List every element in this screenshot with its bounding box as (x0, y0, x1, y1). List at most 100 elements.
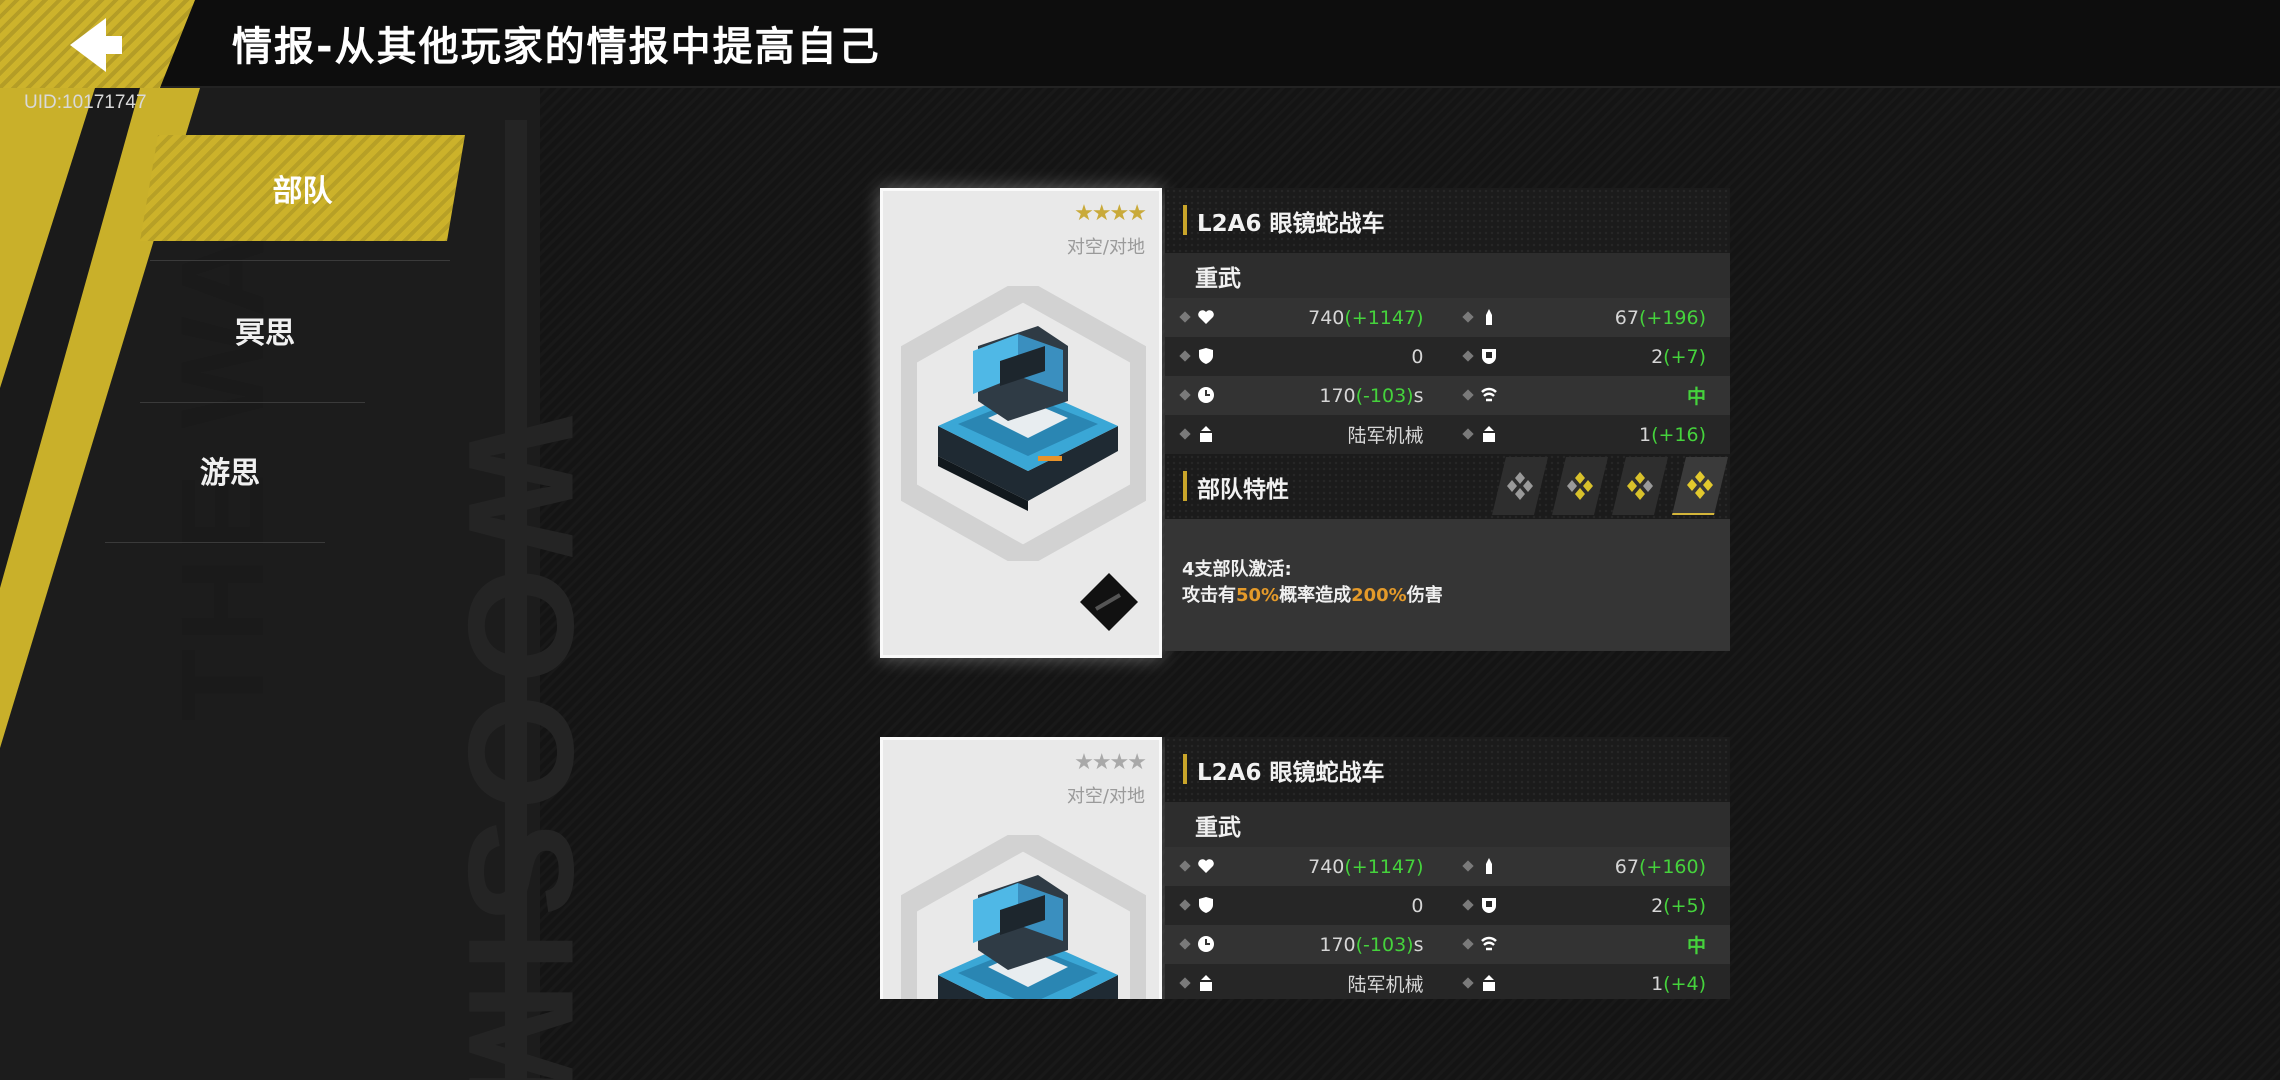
armor-icon (1481, 898, 1496, 913)
star-rating: ★★★★ (1074, 750, 1147, 775)
unit-card[interactable]: ★★★★ 对空/对地 L2A6 眼镜蛇战车 重武 740(+1147) 67(+… (880, 188, 1730, 658)
tank-icon (938, 326, 1118, 511)
stat-bonus: (+1147) (1344, 855, 1424, 878)
trait-title: 部队特性 (1197, 476, 1289, 503)
unit-name-bar: L2A6 眼镜蛇战车 (1165, 188, 1730, 253)
rank-badge-icon (1080, 573, 1138, 631)
stat-unit-type: 陆军机械 (1165, 415, 1448, 454)
diamond-cluster-icon (1505, 471, 1535, 501)
stat-row: 0 2(+7) (1165, 337, 1730, 376)
trait-description: 4支部队激活: 攻击有50%概率造成200%伤害 (1165, 519, 1730, 651)
trait-text: 攻击有 (1182, 585, 1236, 606)
ammo-icon (1485, 309, 1492, 325)
stat-bonus: 中 (1686, 386, 1706, 408)
user-id-label: UID:10171747 (24, 92, 147, 113)
trait-header: 部队特性 (1165, 454, 1730, 519)
stat-attack: 67(+160) (1448, 847, 1731, 886)
stat-bonus: (-103) (1355, 384, 1414, 407)
diamond-cluster-icon (1565, 471, 1595, 501)
stat-cooldown: 170(-103)s (1165, 376, 1448, 415)
unit-card[interactable]: ★★★★ 对空/对地 L2A6 眼镜蛇战车 重武 740(+1147) 67(+… (880, 737, 1730, 999)
stat-armor: 2(+7) (1448, 337, 1731, 376)
tab-divider (150, 260, 450, 261)
stat-row: 陆军机械 1(+16) (1165, 415, 1730, 454)
trait-tier-2[interactable] (1552, 457, 1608, 515)
trait-chance: 50% (1236, 585, 1280, 606)
unit-info-panel: L2A6 眼镜蛇战车 重武 740(+1147) 67(+196) 0 2(+7… (1165, 188, 1730, 651)
bullet-icon (1461, 977, 1474, 989)
trait-tier-4[interactable] (1672, 457, 1728, 515)
heart-icon (1198, 310, 1214, 324)
clock-icon (1198, 936, 1214, 952)
stat-bonus: (-103) (1355, 933, 1414, 956)
bullet-icon (1179, 977, 1191, 989)
tab-units[interactable]: 部队 (140, 135, 465, 241)
bullet-icon (1461, 311, 1474, 323)
bullet-icon (1179, 938, 1191, 950)
page-title: 情报-从其他玩家的情报中提高自己 (232, 24, 881, 70)
bullet-icon (1461, 350, 1474, 362)
unit-portrait[interactable]: ★★★★ 对空/对地 (880, 737, 1162, 999)
trait-tier-3[interactable] (1612, 457, 1668, 515)
tab-wandering[interactable]: 游思 (80, 420, 380, 520)
bullet-icon (1179, 350, 1191, 362)
stat-bonus: (+196) (1638, 306, 1706, 329)
tab-meditation[interactable]: 冥思 (115, 280, 415, 380)
stat-row: 0 2(+5) (1165, 886, 1730, 925)
sidebar-rail (505, 120, 527, 1080)
unit-info-panel: L2A6 眼镜蛇战车 重武 740(+1147) 67(+160) 0 2(+5… (1165, 737, 1730, 999)
bullet-icon (1179, 311, 1191, 323)
bullet-icon (1461, 899, 1474, 911)
stat-bonus: (+16) (1651, 423, 1706, 446)
stat-bonus: (+5) (1663, 894, 1706, 917)
star-rating: ★★★★ (1074, 201, 1147, 226)
trait-effect: 攻击有50%概率造成200%伤害 (1182, 583, 1730, 609)
stat-cooldown: 170(-103)s (1165, 925, 1448, 964)
stat-suffix: s (1413, 384, 1424, 407)
shield-icon (1199, 348, 1213, 364)
stat-row: 170(-103)s 中 (1165, 925, 1730, 964)
stat-value: 陆军机械 (1347, 974, 1424, 996)
top-bar: 情报-从其他玩家的情报中提高自己 (0, 0, 2280, 88)
stat-attack: 67(+196) (1448, 298, 1731, 337)
unit-name: L2A6 眼镜蛇战车 (1197, 759, 1385, 786)
bullet-icon (1179, 389, 1191, 401)
stat-speed: 中 (1448, 376, 1731, 415)
speed-icon (1480, 936, 1497, 951)
bullet-icon (1179, 899, 1191, 911)
tab-meditation-label: 冥思 (235, 316, 295, 351)
diamond-cluster-icon (1625, 471, 1655, 501)
stat-unit-count: 1(+4) (1448, 964, 1731, 999)
speed-icon (1480, 387, 1497, 402)
stat-armor: 2(+5) (1448, 886, 1731, 925)
diamond-cluster-icon (1685, 470, 1715, 500)
stat-value: 740 (1308, 855, 1345, 878)
tab-divider (105, 542, 325, 543)
stat-bonus: (+7) (1663, 345, 1706, 368)
stat-hp: 740(+1147) (1165, 847, 1448, 886)
unit-target-type: 对空/对地 (1066, 237, 1145, 258)
unit-name-bar: L2A6 眼镜蛇战车 (1165, 737, 1730, 802)
bullet-icon (1179, 428, 1191, 440)
stat-value: 170 (1319, 384, 1356, 407)
stat-value: 67 (1614, 855, 1639, 878)
stat-speed: 中 (1448, 925, 1731, 964)
stat-row: 740(+1147) 67(+196) (1165, 298, 1730, 337)
stat-bonus: (+4) (1663, 972, 1706, 995)
stat-value: 2 (1651, 345, 1664, 368)
unit-count-icon (1482, 426, 1495, 442)
unit-type-icon (1200, 975, 1212, 991)
stat-value: 2 (1651, 894, 1664, 917)
back-button[interactable] (0, 0, 195, 88)
trait-tier-1[interactable] (1492, 457, 1548, 515)
stat-row: 陆军机械 1(+4) (1165, 964, 1730, 999)
unit-class: 重武 (1165, 253, 1730, 298)
stat-bonus: (+160) (1638, 855, 1706, 878)
stat-value: 740 (1308, 306, 1345, 329)
clock-icon (1198, 387, 1214, 403)
bullet-icon (1461, 428, 1474, 440)
unit-portrait[interactable]: ★★★★ 对空/对地 (880, 188, 1162, 658)
tab-wandering-label: 游思 (200, 456, 260, 491)
stat-value: 170 (1319, 933, 1356, 956)
stat-bonus: 中 (1686, 935, 1706, 957)
